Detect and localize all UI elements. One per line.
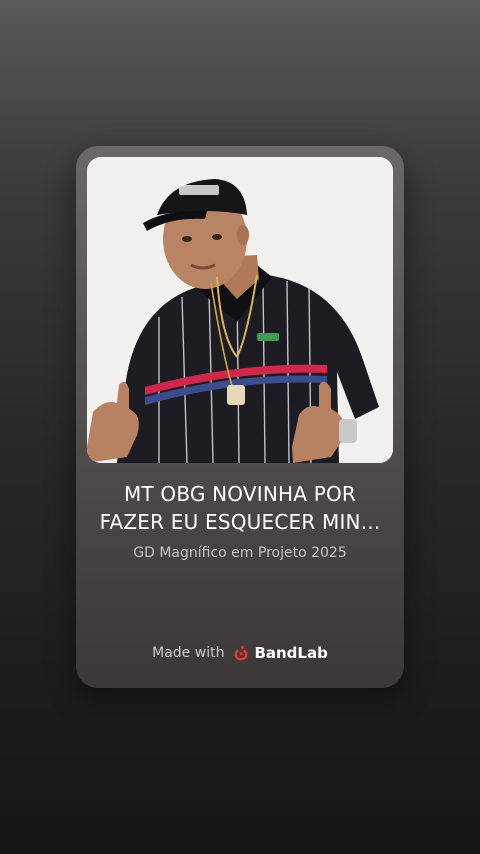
made-with-label: Made with (152, 645, 225, 661)
made-with-footer[interactable]: Made with BandLab (76, 644, 404, 662)
bandlab-brand[interactable]: BandLab (232, 644, 328, 662)
bandlab-logo-icon (235, 645, 248, 661)
track-title-line-1: MT OBG NOVINHA POR (123, 482, 357, 506)
artist-photo (87, 157, 393, 463)
artist-project-subtitle: GD Magnífico em Projeto 2025 (133, 545, 347, 561)
bandlab-brand-name: BandLab (254, 644, 328, 662)
share-card: MT OBG NOVINHA POR FAZER EU ESQUECER MIN… (76, 146, 404, 688)
track-title: MT OBG NOVINHA POR FAZER EU ESQUECER MIN… (88, 480, 392, 536)
track-title-line-2: FAZER EU ESQUECER MIN... (99, 510, 381, 534)
cover-art-image[interactable] (87, 157, 393, 463)
